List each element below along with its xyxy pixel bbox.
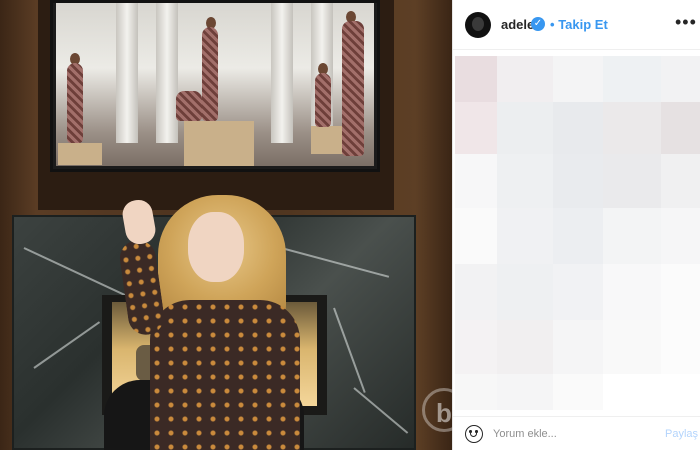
- follow-separator: •: [550, 17, 555, 32]
- scene-box: [58, 143, 102, 165]
- blur-block: [553, 208, 603, 264]
- blur-block: [455, 208, 497, 264]
- blur-block: [455, 320, 497, 374]
- blur-block: [497, 374, 553, 410]
- model-figure: [202, 27, 218, 121]
- scene-pillar: [116, 3, 138, 143]
- person-face: [188, 212, 244, 282]
- blur-block: [603, 264, 661, 320]
- username[interactable]: adele: [501, 17, 534, 32]
- blur-block: [661, 264, 700, 320]
- scene-box: [184, 121, 254, 166]
- television: [50, 0, 380, 172]
- blur-block: [661, 154, 700, 208]
- blur-block: [553, 56, 603, 102]
- marble-vein: [33, 321, 101, 369]
- person-body: [150, 300, 300, 450]
- comment-bar: Paylaş: [453, 416, 700, 450]
- verified-badge-icon: ✓: [531, 17, 545, 31]
- share-button[interactable]: Paylaş: [665, 428, 698, 440]
- blur-block: [603, 56, 661, 102]
- emoji-icon[interactable]: [465, 425, 483, 443]
- blur-block: [603, 320, 661, 374]
- model-figure: [315, 73, 331, 127]
- blur-block: [661, 320, 700, 374]
- post-side-panel: adele ✓ • Takip Et ••• Yorum ekle... Pay…: [452, 0, 700, 450]
- blur-block: [497, 154, 553, 208]
- blur-block: [553, 102, 603, 154]
- blur-block: [661, 208, 700, 264]
- blur-block: [603, 102, 661, 154]
- blur-block: [553, 374, 603, 410]
- comments-area-blurred: [453, 50, 700, 410]
- blur-block: [497, 264, 553, 320]
- scene-pillar: [271, 3, 293, 143]
- blur-block: [553, 154, 603, 208]
- follow-label: Takip Et: [558, 17, 608, 32]
- model-figure: [342, 21, 364, 156]
- blur-block: [455, 154, 497, 208]
- blur-block: [661, 56, 700, 102]
- model-figure: [176, 91, 202, 121]
- blur-block: [455, 264, 497, 320]
- avatar[interactable]: [465, 12, 491, 38]
- marble-vein: [333, 307, 366, 393]
- post-header: adele ✓ • Takip Et •••: [453, 0, 700, 50]
- blur-block: [455, 374, 497, 410]
- marble-vein: [353, 387, 409, 434]
- blur-block: [497, 56, 553, 102]
- more-options-icon[interactable]: •••: [675, 12, 697, 33]
- blur-block: [455, 102, 497, 154]
- marble-vein: [23, 247, 134, 300]
- blur-block: [603, 208, 661, 264]
- model-figure: [67, 63, 83, 143]
- blur-block: [553, 320, 603, 374]
- blur-block: [553, 264, 603, 320]
- blur-block: [497, 102, 553, 154]
- blur-block: [455, 56, 497, 102]
- follow-button[interactable]: • Takip Et: [550, 17, 608, 32]
- blur-block: [603, 154, 661, 208]
- blur-block: [661, 102, 700, 154]
- post-photo: b: [0, 0, 452, 450]
- blur-block: [497, 208, 553, 264]
- scene-pillar: [156, 3, 178, 143]
- tv-scene: [56, 3, 374, 166]
- blur-block: [497, 320, 553, 374]
- comment-input[interactable]: [493, 425, 653, 443]
